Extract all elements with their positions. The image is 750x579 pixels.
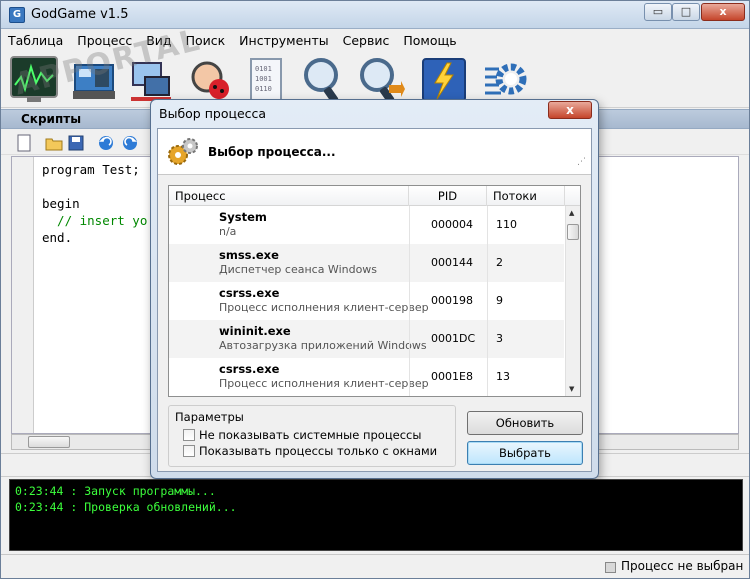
dialog-title: Выбор процесса bbox=[159, 106, 267, 121]
svg-text:0110: 0110 bbox=[255, 85, 272, 93]
new-file-icon[interactable] bbox=[15, 134, 33, 152]
process-threads: 3 bbox=[496, 332, 503, 345]
params-title: Параметры bbox=[175, 410, 244, 424]
process-pid: 000198 bbox=[431, 294, 473, 307]
process-select-dialog: Выбор процесса x Выбор процесса... ⋰ Про… bbox=[150, 99, 599, 479]
scroll-thumb[interactable] bbox=[28, 436, 70, 448]
svg-text:1001: 1001 bbox=[255, 75, 272, 83]
process-desc: Процесс исполнения клиент-сервер bbox=[219, 377, 429, 390]
process-list[interactable]: Процесс PID Потоки System n/a 000004 110… bbox=[168, 185, 581, 397]
column-pid[interactable]: PID bbox=[409, 186, 487, 206]
settings-icon[interactable] bbox=[481, 55, 531, 105]
process-desc: Автозагрузка приложений Windows bbox=[219, 339, 427, 352]
save-icon[interactable] bbox=[67, 134, 85, 152]
checkbox-box[interactable] bbox=[183, 445, 195, 457]
column-divider bbox=[409, 206, 410, 396]
code-line: program Test; bbox=[42, 162, 140, 177]
list-vertical-scrollbar[interactable]: ▲ ▼ bbox=[565, 206, 580, 396]
process-name: wininit.exe bbox=[219, 324, 291, 338]
refresh-button[interactable]: Обновить bbox=[467, 411, 583, 435]
column-process[interactable]: Процесс bbox=[169, 186, 409, 206]
process-threads: 9 bbox=[496, 294, 503, 307]
log-panel: 0:23:44 : Запуск программы... 0:23:44 : … bbox=[9, 479, 743, 551]
panel-title: Скрипты bbox=[21, 112, 82, 126]
app-icon: G bbox=[9, 7, 25, 23]
process-pid: 000144 bbox=[431, 256, 473, 269]
table-row[interactable]: smss.exe Диспетчер сеанса Windows 000144… bbox=[169, 244, 564, 282]
dialog-header-title: Выбор процесса... bbox=[208, 145, 336, 159]
params-group: Параметры Не показывать системные процес… bbox=[168, 405, 456, 467]
scroll-down-icon[interactable]: ▼ bbox=[569, 385, 574, 393]
list-header: Процесс PID Потоки bbox=[169, 186, 580, 206]
status-bar: Процесс не выбран bbox=[1, 554, 749, 578]
process-pid: 0001E8 bbox=[431, 370, 473, 383]
process-name: smss.exe bbox=[219, 248, 279, 262]
menu-tools[interactable]: Инструменты bbox=[232, 30, 335, 52]
process-desc: Процесс исполнения клиент-сервер bbox=[219, 301, 429, 314]
table-row[interactable]: wininit.exe Автозагрузка приложений Wind… bbox=[169, 320, 564, 358]
code-line: begin bbox=[42, 196, 80, 211]
process-threads: 13 bbox=[496, 370, 510, 383]
maximize-button[interactable]: □ bbox=[672, 3, 700, 21]
resize-grip-icon: ⋰ bbox=[577, 157, 586, 167]
checkbox-box[interactable] bbox=[183, 429, 195, 441]
minimize-button[interactable]: ▭ bbox=[644, 3, 672, 21]
lightning-icon[interactable] bbox=[419, 55, 469, 105]
scroll-up-icon[interactable]: ▲ bbox=[569, 209, 574, 217]
menu-help[interactable]: Помощь bbox=[396, 30, 463, 52]
editor-gutter bbox=[12, 157, 34, 433]
process-name: csrss.exe bbox=[219, 286, 280, 300]
table-row[interactable]: System n/a 000004 110 bbox=[169, 206, 564, 244]
document-icon[interactable]: 0101 1001 0110 bbox=[241, 55, 291, 105]
only-windows-checkbox[interactable]: Показывать процессы только с окнами bbox=[183, 444, 437, 460]
dialog-header: Выбор процесса... ⋰ bbox=[158, 129, 591, 175]
menu-table[interactable]: Таблица bbox=[1, 30, 70, 52]
window-title: GodGame v1.5 bbox=[31, 7, 129, 22]
gears-icon bbox=[166, 137, 200, 167]
search-icon[interactable] bbox=[299, 55, 349, 105]
process-name: csrss.exe bbox=[219, 362, 280, 376]
table-row[interactable]: csrss.exe Процесс исполнения клиент-серв… bbox=[169, 282, 564, 320]
process-threads: 2 bbox=[496, 256, 503, 269]
log-line: 0:23:44 : Проверка обновлений... bbox=[15, 500, 237, 514]
process-pid: 000004 bbox=[431, 218, 473, 231]
checkbox-label: Показывать процессы только с окнами bbox=[199, 444, 438, 458]
title-bar: G GodGame v1.5 ▭ □ x bbox=[1, 1, 749, 29]
redo-icon[interactable] bbox=[121, 134, 139, 152]
scroll-thumb[interactable] bbox=[567, 224, 579, 240]
process-pid: 0001DC bbox=[431, 332, 476, 345]
checkbox-label: Не показывать системные процессы bbox=[199, 428, 422, 442]
list-body: System n/a 000004 110 smss.exe Диспетчер… bbox=[169, 206, 564, 396]
svg-text:0101: 0101 bbox=[255, 65, 272, 73]
open-folder-icon[interactable] bbox=[45, 134, 63, 152]
code-line-comment: // insert yo bbox=[42, 213, 148, 228]
select-button[interactable]: Выбрать bbox=[467, 441, 583, 465]
hide-system-checkbox[interactable]: Не показывать системные процессы bbox=[183, 428, 421, 444]
process-name: System bbox=[219, 210, 267, 224]
code-line: end. bbox=[42, 230, 73, 245]
log-line: 0:23:44 : Запуск программы... bbox=[15, 484, 216, 498]
process-desc: n/a bbox=[219, 225, 237, 238]
search-arrow-icon[interactable] bbox=[355, 55, 405, 105]
status-indicator bbox=[605, 562, 616, 573]
process-desc: Диспетчер сеанса Windows bbox=[219, 263, 378, 276]
code-content[interactable]: program Test; begin // insert yo end. bbox=[42, 161, 147, 246]
process-threads: 110 bbox=[496, 218, 517, 231]
table-row[interactable]: csrss.exe Процесс исполнения клиент-серв… bbox=[169, 358, 564, 396]
undo-icon[interactable] bbox=[97, 134, 115, 152]
column-divider bbox=[487, 206, 488, 396]
status-text: Процесс не выбран bbox=[621, 559, 744, 573]
menu-service[interactable]: Сервис bbox=[336, 30, 397, 52]
dialog-body: Выбор процесса... ⋰ Процесс PID Потоки S… bbox=[157, 128, 592, 472]
dialog-close-button[interactable]: x bbox=[548, 101, 592, 119]
close-button[interactable]: x bbox=[701, 3, 745, 21]
column-threads[interactable]: Потоки bbox=[487, 186, 565, 206]
